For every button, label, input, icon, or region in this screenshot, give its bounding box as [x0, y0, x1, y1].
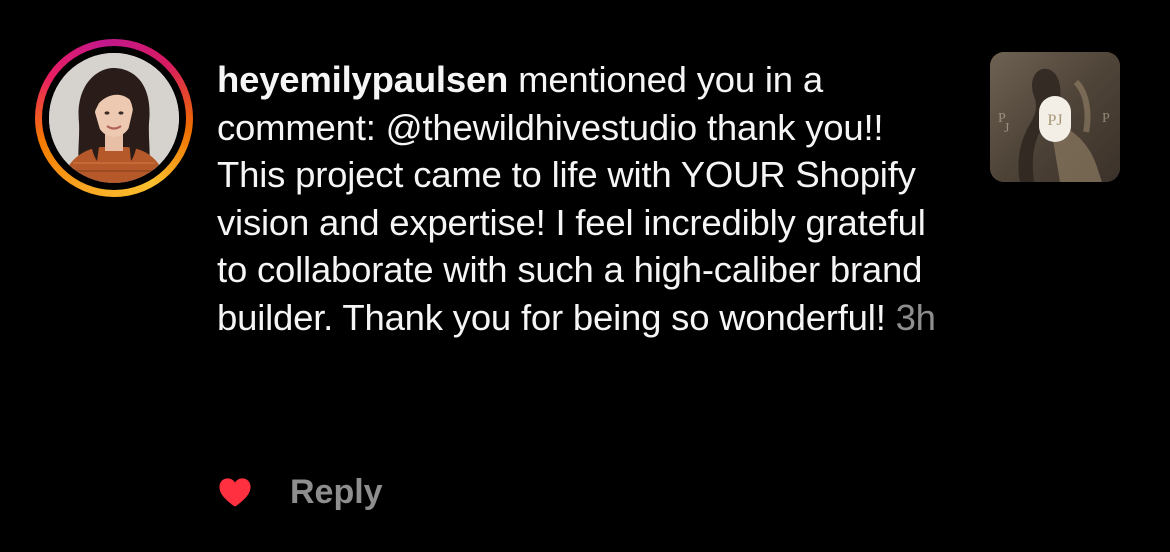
avatar-story-ring[interactable]: [35, 39, 193, 197]
thumbnail-monogram: PJ: [1047, 112, 1062, 129]
timestamp: 3h: [895, 296, 936, 338]
heart-icon[interactable]: [218, 477, 252, 507]
svg-text:J: J: [1004, 121, 1010, 136]
avatar-image: [49, 53, 179, 183]
mention[interactable]: @thewildhivestudio: [386, 107, 698, 148]
svg-text:P: P: [1102, 111, 1110, 126]
comment-actions: Reply: [218, 470, 383, 514]
avatar[interactable]: [49, 53, 179, 183]
notification-message: heyemilypaulsen mentioned you in a comme…: [217, 56, 957, 341]
thumbnail-image: PJ P J P: [990, 52, 1120, 182]
post-thumbnail[interactable]: PJ P J P: [990, 52, 1120, 182]
mention-notification[interactable]: heyemilypaulsen mentioned you in a comme…: [0, 0, 1170, 552]
username[interactable]: heyemilypaulsen: [217, 59, 508, 100]
reply-button[interactable]: Reply: [290, 473, 383, 512]
